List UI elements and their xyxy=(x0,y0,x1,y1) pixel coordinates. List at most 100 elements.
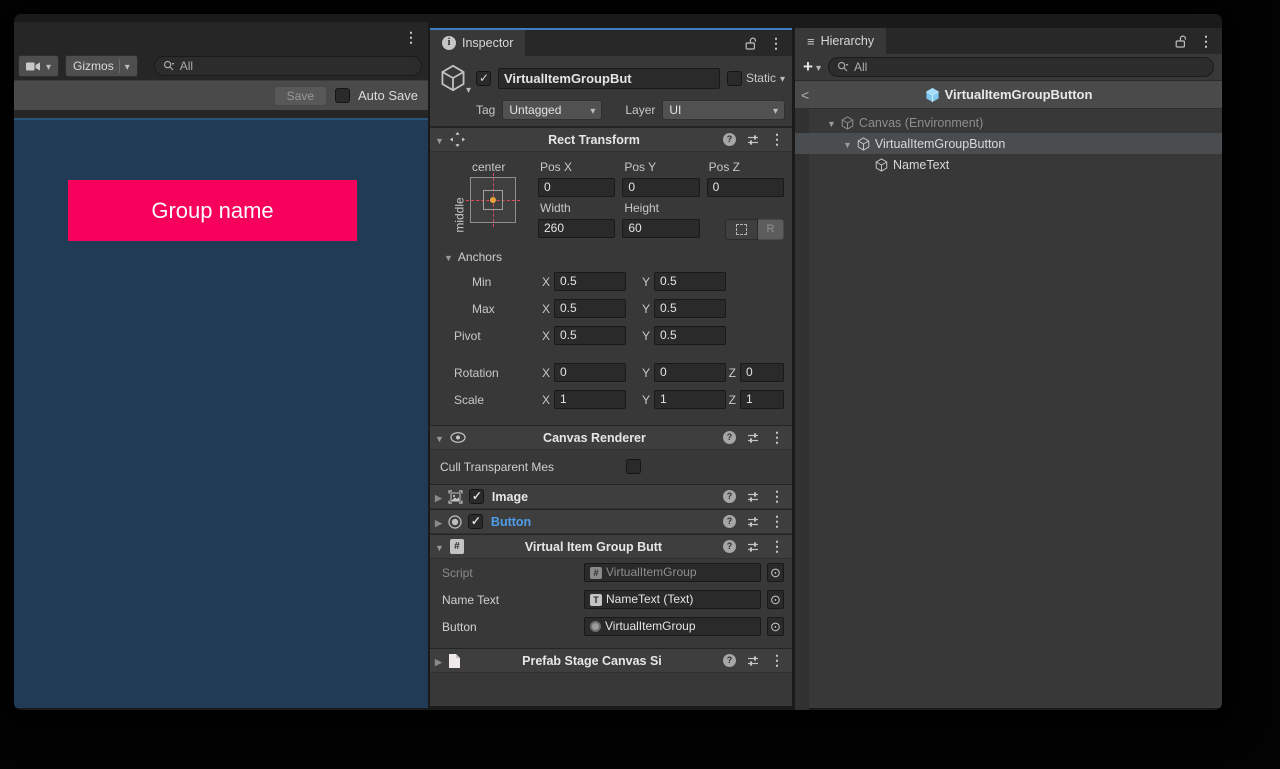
button-enabled-checkbox[interactable] xyxy=(468,514,483,529)
help-icon[interactable] xyxy=(723,431,736,444)
help-icon[interactable] xyxy=(723,515,736,528)
cull-transparent-mesh-checkbox[interactable] xyxy=(626,459,641,474)
foldout-open-icon[interactable] xyxy=(827,116,836,130)
name-text-object-field[interactable]: NameText (Text) xyxy=(584,590,761,609)
hierarchy-tree: Canvas (Environment) VirtualItemGroupBut… xyxy=(795,109,1222,175)
canvas-renderer-header[interactable]: Canvas Renderer xyxy=(430,425,792,450)
tab-inspector[interactable]: Inspector xyxy=(430,30,525,56)
camera-dropdown-button[interactable] xyxy=(18,55,59,77)
gameobject-icon[interactable] xyxy=(437,63,469,93)
object-picker-icon[interactable] xyxy=(767,617,784,636)
create-object-button[interactable] xyxy=(803,60,821,75)
foldout-closed-icon[interactable] xyxy=(435,654,442,668)
button-object-field[interactable]: VirtualItemGroup xyxy=(584,617,761,636)
tab-hierarchy[interactable]: Hierarchy xyxy=(795,28,886,54)
pivot-y-input[interactable]: 0.5 xyxy=(654,326,726,345)
script-component-header[interactable]: Virtual Item Group Butt xyxy=(430,534,792,559)
presets-icon[interactable] xyxy=(747,655,759,667)
presets-icon[interactable] xyxy=(747,134,759,146)
save-button[interactable]: Save xyxy=(274,86,327,106)
gizmos-dropdown-button[interactable]: Gizmos xyxy=(65,55,138,77)
object-picker-icon[interactable] xyxy=(767,563,784,582)
hierarchy-list-icon xyxy=(807,34,815,49)
group-name-button[interactable]: Group name xyxy=(68,180,357,241)
anchor-preset-widget[interactable] xyxy=(470,177,516,223)
anchor-min-y-input[interactable]: 0.5 xyxy=(654,272,726,291)
hierarchy-menu-icon[interactable] xyxy=(1199,33,1213,50)
image-component-header[interactable]: Image xyxy=(430,484,792,509)
script-object-field[interactable]: VirtualItemGroup xyxy=(584,563,761,582)
pivot-x-input[interactable]: 0.5 xyxy=(554,326,626,345)
search-icon xyxy=(163,60,175,72)
height-input[interactable]: 60 xyxy=(622,219,699,238)
tag-dropdown[interactable]: Untagged xyxy=(502,100,602,120)
blueprint-mode-button[interactable] xyxy=(725,219,758,240)
y-axis-label: Y xyxy=(640,275,654,289)
scale-z-input[interactable]: 1 xyxy=(740,390,784,409)
foldout-closed-icon[interactable] xyxy=(435,490,442,504)
presets-icon[interactable] xyxy=(747,516,759,528)
tree-row-label: NameText xyxy=(893,158,949,172)
image-enabled-checkbox[interactable] xyxy=(469,489,484,504)
raw-edit-mode-button[interactable]: R xyxy=(758,219,784,240)
static-dropdown-icon[interactable] xyxy=(780,71,785,85)
cull-transparent-mesh-label: Cull Transparent Mes xyxy=(440,460,626,474)
presets-icon[interactable] xyxy=(747,491,759,503)
rotation-y-input[interactable]: 0 xyxy=(654,363,726,382)
rotation-x-input[interactable]: 0 xyxy=(554,363,626,382)
prefab-stage-header[interactable]: Prefab Stage Canvas Si xyxy=(430,648,792,673)
foldout-open-icon[interactable] xyxy=(435,133,444,147)
tree-row-canvas[interactable]: Canvas (Environment) xyxy=(795,112,1222,133)
anchor-max-x-input[interactable]: 0.5 xyxy=(554,299,626,318)
lock-icon[interactable] xyxy=(745,37,757,50)
pos-z-input[interactable]: 0 xyxy=(707,178,784,197)
foldout-open-icon[interactable] xyxy=(435,431,444,445)
button-component-header[interactable]: Button xyxy=(430,509,792,534)
static-checkbox[interactable] xyxy=(727,71,742,86)
pane-menu-icon[interactable] xyxy=(404,29,418,46)
help-icon[interactable] xyxy=(723,654,736,667)
back-icon[interactable] xyxy=(801,87,823,103)
anchor-max-y-input[interactable]: 0.5 xyxy=(654,299,726,318)
script-value: VirtualItemGroup xyxy=(606,564,697,581)
tree-row-virtualitemgroupbutton[interactable]: VirtualItemGroupButton xyxy=(795,133,1222,154)
layer-dropdown[interactable]: UI xyxy=(662,100,785,120)
scene-view[interactable]: Group name xyxy=(14,118,428,708)
scale-x-input[interactable]: 1 xyxy=(554,390,626,409)
rect-transform-header[interactable]: Rect Transform xyxy=(430,127,792,152)
button-component-icon xyxy=(590,621,601,632)
presets-icon[interactable] xyxy=(747,432,759,444)
pos-x-input[interactable]: 0 xyxy=(538,178,615,197)
lock-icon[interactable] xyxy=(1175,35,1187,48)
component-menu-icon[interactable] xyxy=(770,513,784,530)
prefab-breadcrumb[interactable]: VirtualItemGroupButton xyxy=(823,87,1194,103)
foldout-closed-icon[interactable] xyxy=(435,515,442,529)
rect-transform-body: center middle Pos X Pos Y Pos Z 0 0 0 Wi… xyxy=(430,152,792,425)
foldout-open-icon[interactable] xyxy=(843,137,852,151)
component-menu-icon[interactable] xyxy=(770,652,784,669)
component-menu-icon[interactable] xyxy=(770,429,784,446)
object-name-input[interactable]: VirtualItemGroupBut xyxy=(498,68,720,89)
presets-icon[interactable] xyxy=(747,541,759,553)
anchors-foldout[interactable]: Anchors xyxy=(444,250,784,264)
rotation-z-input[interactable]: 0 xyxy=(740,363,784,382)
x-axis-label: X xyxy=(540,275,554,289)
component-menu-icon[interactable] xyxy=(770,131,784,148)
component-menu-icon[interactable] xyxy=(770,488,784,505)
component-menu-icon[interactable] xyxy=(770,538,784,555)
object-picker-icon[interactable] xyxy=(767,590,784,609)
pos-y-input[interactable]: 0 xyxy=(622,178,699,197)
inspector-menu-icon[interactable] xyxy=(769,35,783,52)
foldout-open-icon[interactable] xyxy=(435,540,444,554)
auto-save-checkbox[interactable] xyxy=(335,88,350,103)
help-icon[interactable] xyxy=(723,133,736,146)
anchor-min-x-input[interactable]: 0.5 xyxy=(554,272,626,291)
scale-y-input[interactable]: 1 xyxy=(654,390,726,409)
width-input[interactable]: 260 xyxy=(538,219,615,238)
help-icon[interactable] xyxy=(723,490,736,503)
active-checkbox[interactable] xyxy=(476,71,491,86)
tree-row-nametext[interactable]: NameText xyxy=(795,154,1222,175)
scene-search-input[interactable]: All xyxy=(154,56,422,76)
help-icon[interactable] xyxy=(723,540,736,553)
hierarchy-search-input[interactable]: All xyxy=(828,57,1214,77)
